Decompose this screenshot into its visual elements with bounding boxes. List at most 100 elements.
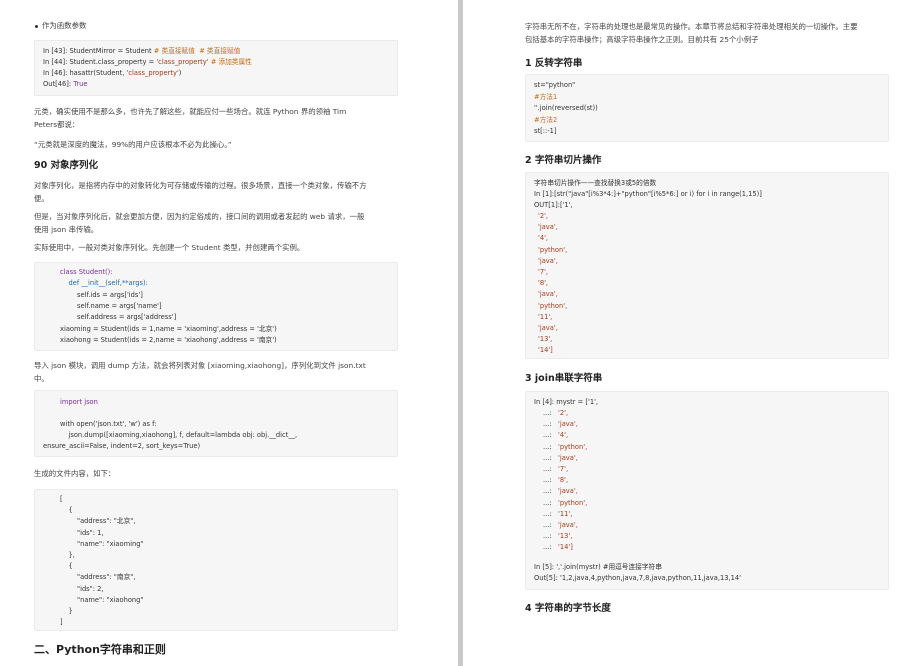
code-token: Out[46]: (43, 80, 74, 88)
code-token: ...: (543, 409, 559, 417)
code-line: Out[5]: '1,2,java,4,python,java,7,8,java… (534, 574, 741, 582)
code-line: [ (60, 495, 63, 503)
code-line: ...: 'java', (543, 453, 578, 464)
code-token: # 添加类属性 (208, 58, 252, 66)
code-line: '2', (538, 212, 549, 220)
code-token: ...: (543, 498, 559, 507)
code-line: "name": "xiaoming" (60, 539, 144, 548)
code-line: ...: '8', (543, 475, 568, 486)
bullet-dot (35, 25, 38, 28)
heading-join: 3 join串联字符串 (525, 373, 603, 384)
code-line: 'java', (538, 223, 558, 232)
code-line: ...: '14'] (543, 542, 573, 553)
code-line: OUT[1]:['1', (534, 201, 573, 209)
code-line: 'java', (538, 290, 558, 299)
code-token: '4', (558, 431, 569, 440)
code-token: In [46]: hasattr(Student, (43, 69, 127, 77)
code-token: '11', (558, 509, 573, 518)
paragraph-intro-cont: 包括基本的字符串操作；高级字符串操作之正则。目前共有 25个小例子 (525, 35, 759, 44)
left-page: 作为函数参数 元类，确实使用不是那么多，也许先了解这些，就能应付一些场合。就连 … (0, 0, 458, 666)
code-block-slice (525, 172, 889, 359)
code-line: '7', (538, 268, 549, 276)
code-line: } (60, 607, 73, 615)
heading-reverse: 1 反转字符串 (525, 58, 583, 69)
code-line: self.address = args['address'] (60, 313, 177, 322)
code-line: "ids": 1, (60, 528, 104, 537)
code-line: "ids": 2, (60, 584, 104, 593)
code-token: ...: (543, 532, 559, 541)
code-line: In [4]: mystr = ['1', (534, 398, 599, 406)
code-line: In [44]: Student.class_property = 'class… (43, 57, 252, 68)
code-line: ''.join(reversed(st)) (534, 104, 598, 112)
paragraph-dump-cont: 中。 (34, 374, 49, 383)
code-token: True (73, 80, 88, 88)
code-token: 'java', (558, 521, 578, 529)
section-heading-strings: 二、Python字符串和正则 (34, 643, 166, 656)
code-line: st[::-1] (534, 127, 557, 135)
code-token: ...: (543, 431, 559, 440)
code-token: 'java', (558, 487, 578, 496)
code-line: ] (60, 618, 63, 627)
code-line: with open('json.txt', 'w') as f: (60, 420, 157, 428)
code-token: 'python', (558, 442, 588, 451)
code-line: { (60, 506, 73, 515)
code-line: json.dump([xiaoming,xiaohong], f, defaul… (60, 431, 298, 439)
code-line: ...: 'java', (543, 520, 578, 531)
code-token: 'python', (558, 498, 588, 507)
code-token: '14'] (558, 543, 573, 552)
code-line: import json (60, 398, 98, 406)
paragraph-serialization: 对象序列化，是指将内存中的对象转化为可存储或传输的过程。很多场景，直接一个类对象… (34, 181, 367, 190)
code-line: 'java', (538, 256, 558, 265)
code-token: ) (178, 69, 182, 77)
code-token: ...: (543, 420, 559, 429)
code-line: 'python', (538, 301, 568, 310)
code-line: }, (60, 551, 75, 559)
heading-slice: 2 字符串切片操作 (525, 155, 602, 166)
code-token: '2', (558, 409, 569, 417)
code-line: In [5]: ','.join(mystr) #用逗号连接字符串 (534, 563, 662, 571)
code-line: '8', (538, 279, 549, 288)
code-line: self.ids = args['ids'] (60, 290, 143, 299)
code-token: ...: (543, 442, 559, 451)
code-line: xiaohong = Student(ids = 2,name = 'xiaoh… (60, 335, 277, 344)
code-line: '4', (538, 234, 549, 243)
code-token: In [44]: Student.class_property = (43, 58, 157, 66)
code-block-json-output (34, 489, 398, 631)
code-line: self.name = args['name'] (60, 301, 162, 310)
code-token: ...: (543, 487, 559, 496)
paragraph-dump: 导入 json 模块，调用 dump 方法，就会将列表对象 [xiaoming,… (34, 361, 366, 370)
code-token: 'class_property' (156, 58, 209, 66)
code-line: ...: 'java', (543, 419, 578, 430)
code-line: xiaoming = Student(ids = 1,name = 'xiaom… (60, 324, 277, 333)
paragraph-output: 生成的文件内容，如下： (34, 469, 116, 478)
code-line: "name": "xiaohong" (60, 595, 144, 604)
code-line: In [46]: hasattr(Student, 'class_propert… (43, 68, 181, 79)
code-line: ...: '2', (543, 408, 568, 419)
code-token: In [43]: StudentMirror = Student (43, 47, 154, 55)
code-line: ...: '13', (543, 531, 572, 542)
bullet-text: 作为函数参数 (42, 21, 87, 30)
code-line: ensure_ascii=False, indent=2, sort_keys=… (43, 442, 201, 450)
code-line: Out[46]: True (43, 79, 87, 90)
code-token: ...: (543, 476, 559, 485)
code-token: # 类直接赋值 # 类直接赋值 (153, 47, 241, 55)
code-line: #方法2 (534, 115, 558, 124)
code-token: ...: (543, 465, 559, 473)
heading-serialization: 90 对象序列化 (34, 160, 99, 171)
code-token: ...: (543, 543, 559, 552)
code-token: '8', (558, 476, 569, 485)
code-line: 'java', (538, 324, 558, 332)
code-line: ...: '11', (543, 509, 572, 520)
paragraph-metaclass-cont: Peters都说： (34, 120, 80, 129)
code-line: #方法1 (534, 92, 558, 101)
code-token: '7', (558, 465, 569, 473)
quote-tim-peters: “元类就是深度的魔法，99%的用户应该根本不必为此操心。” (34, 140, 232, 149)
paragraph-usage: 实际使用中，一般对类对象序列化。先创建一个 Student 类型，并创建两个实例… (34, 243, 305, 252)
code-line: '11', (538, 312, 553, 321)
code-line: ...: 'java', (543, 486, 578, 497)
code-line: 字符串切片操作——查找替换3或5的倍数 (534, 179, 657, 187)
code-line: ...: '4', (543, 430, 568, 441)
code-token: '13', (558, 532, 573, 541)
code-token: ...: (543, 521, 559, 529)
code-line: In [1]:[str("java"[i%3*4:]+"python"[i%5*… (534, 190, 762, 198)
